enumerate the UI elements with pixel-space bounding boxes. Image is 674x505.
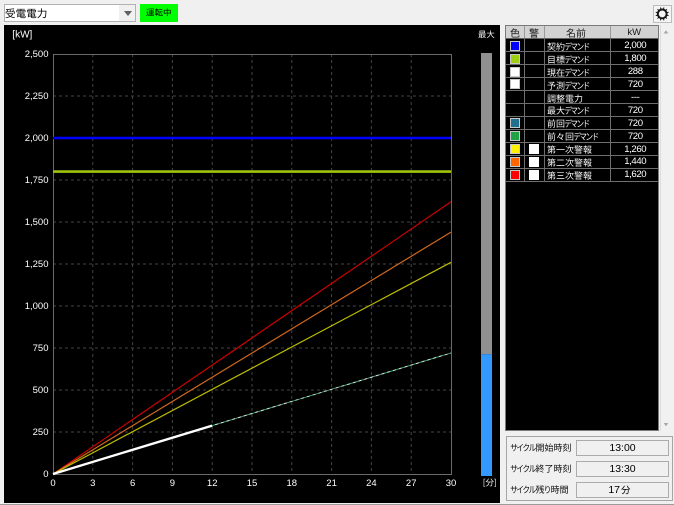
svg-text:1,500: 1,500 bbox=[25, 217, 49, 228]
svg-text:1,250: 1,250 bbox=[25, 259, 49, 270]
svg-text:12: 12 bbox=[207, 478, 218, 489]
svg-text:2,250: 2,250 bbox=[25, 91, 49, 102]
svg-text:3: 3 bbox=[90, 478, 95, 489]
svg-text:21: 21 bbox=[326, 478, 337, 489]
svg-text:18: 18 bbox=[287, 478, 298, 489]
svg-text:6: 6 bbox=[130, 478, 135, 489]
svg-text:1,000: 1,000 bbox=[25, 301, 49, 312]
svg-text:1,750: 1,750 bbox=[25, 175, 49, 186]
svg-text:500: 500 bbox=[33, 385, 49, 396]
svg-text:0: 0 bbox=[50, 478, 55, 489]
svg-text:27: 27 bbox=[406, 478, 417, 489]
svg-text:24: 24 bbox=[366, 478, 377, 489]
svg-text:2,500: 2,500 bbox=[25, 49, 49, 60]
svg-text:30: 30 bbox=[446, 478, 457, 489]
svg-text:2,000: 2,000 bbox=[25, 133, 49, 144]
svg-text:250: 250 bbox=[33, 427, 49, 438]
svg-text:0: 0 bbox=[43, 469, 48, 480]
svg-text:[kW]: [kW] bbox=[12, 29, 32, 40]
svg-text:15: 15 bbox=[247, 478, 258, 489]
svg-text:9: 9 bbox=[170, 478, 175, 489]
svg-text:750: 750 bbox=[33, 343, 49, 354]
